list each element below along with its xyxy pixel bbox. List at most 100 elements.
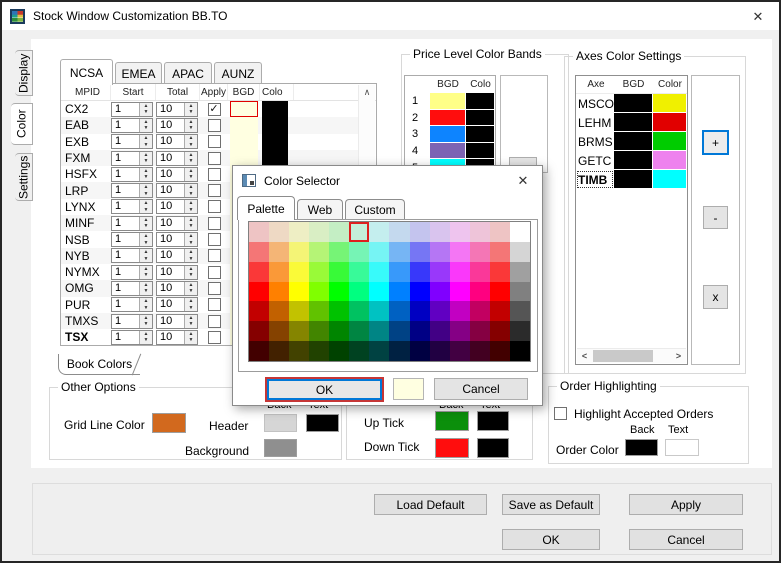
spinner-value[interactable]: 10: [157, 249, 184, 262]
apply-checkbox[interactable]: [208, 331, 221, 344]
spinner-value[interactable]: 10: [157, 135, 184, 148]
palette-color-cell[interactable]: [369, 242, 389, 262]
palette-color-cell[interactable]: [349, 242, 369, 262]
spinner-value[interactable]: 10: [157, 200, 184, 213]
palette-color-cell[interactable]: [410, 321, 430, 341]
spinner-value[interactable]: 1: [112, 152, 139, 165]
palette-color-cell[interactable]: [329, 222, 349, 242]
palette-color-cell[interactable]: [410, 301, 430, 321]
text-color-swatch[interactable]: [262, 117, 288, 133]
axes-bgd-swatch[interactable]: [614, 170, 653, 189]
palette-color-cell[interactable]: [510, 282, 530, 302]
spinner-value[interactable]: 10: [157, 119, 184, 132]
palette-color-cell[interactable]: [369, 282, 389, 302]
scrollbar-thumb[interactable]: [593, 350, 653, 362]
palette-color-cell[interactable]: [389, 242, 409, 262]
palette-color-cell[interactable]: [309, 301, 329, 321]
palette-color-cell[interactable]: [249, 222, 269, 242]
spin-down-icon[interactable]: ▼: [140, 256, 152, 263]
spin-down-icon[interactable]: ▼: [185, 174, 197, 181]
apply-checkbox[interactable]: [208, 217, 221, 230]
spin-down-icon[interactable]: ▼: [140, 272, 152, 279]
spinner-value[interactable]: 1: [112, 315, 139, 328]
palette-color-cell[interactable]: [349, 301, 369, 321]
palette-color-cell[interactable]: [430, 262, 450, 282]
sidebar-tab-settings[interactable]: Settings: [15, 153, 33, 201]
palette-color-cell[interactable]: [389, 282, 409, 302]
spin-down-icon[interactable]: ▼: [140, 158, 152, 165]
price-bgd-swatch[interactable]: [430, 143, 466, 160]
spin-down-icon[interactable]: ▼: [140, 125, 152, 132]
region-tab-apac[interactable]: APAC: [164, 62, 212, 84]
palette-color-cell[interactable]: [249, 242, 269, 262]
palette-color-cell[interactable]: [510, 341, 530, 361]
spin-down-icon[interactable]: ▼: [185, 109, 197, 116]
book-colors-tab[interactable]: Book Colors: [58, 354, 140, 375]
spin-down-icon[interactable]: ▼: [185, 125, 197, 132]
spin-down-icon[interactable]: ▼: [140, 223, 152, 230]
palette-color-cell[interactable]: [430, 321, 450, 341]
bgd-color-swatch[interactable]: [230, 117, 258, 133]
spin-down-icon[interactable]: ▼: [185, 256, 197, 263]
axes-name[interactable]: TIMB: [576, 170, 614, 189]
spinner-value[interactable]: 1: [112, 233, 139, 246]
apply-checkbox[interactable]: [208, 135, 221, 148]
header-back-swatch[interactable]: [264, 414, 297, 432]
order-text-swatch[interactable]: [665, 439, 699, 456]
palette-color-cell[interactable]: [269, 222, 289, 242]
palette-color-cell[interactable]: [470, 282, 490, 302]
spinner-value[interactable]: 10: [157, 233, 184, 246]
spinner-value[interactable]: 10: [157, 184, 184, 197]
spinner-value[interactable]: 1: [112, 266, 139, 279]
text-color-swatch[interactable]: [262, 150, 288, 166]
palette-color-cell[interactable]: [369, 262, 389, 282]
spin-down-icon[interactable]: ▼: [140, 321, 152, 328]
palette-color-cell[interactable]: [430, 301, 450, 321]
palette-color-cell[interactable]: [329, 282, 349, 302]
save-as-default-button[interactable]: Save as Default: [502, 494, 600, 515]
spin-down-icon[interactable]: ▼: [185, 305, 197, 312]
palette-color-cell[interactable]: [450, 282, 470, 302]
spinner-value[interactable]: 1: [112, 249, 139, 262]
palette-color-cell[interactable]: [510, 222, 530, 242]
up-tick-back-swatch[interactable]: [435, 411, 469, 431]
palette-color-cell[interactable]: [490, 301, 510, 321]
color-selector-cancel-button[interactable]: Cancel: [434, 378, 528, 400]
spin-down-icon[interactable]: ▼: [140, 109, 152, 116]
palette-color-cell[interactable]: [329, 242, 349, 262]
price-bgd-swatch[interactable]: [430, 126, 466, 143]
palette-color-cell[interactable]: [309, 282, 329, 302]
palette-color-cell[interactable]: [470, 222, 490, 242]
spinner-value[interactable]: 10: [157, 168, 184, 181]
axes-color-swatch[interactable]: [653, 113, 687, 132]
spinner-value[interactable]: 1: [112, 200, 139, 213]
palette-color-cell[interactable]: [470, 321, 490, 341]
palette-color-cell[interactable]: [249, 282, 269, 302]
palette-color-cell[interactable]: [309, 262, 329, 282]
spinner-value[interactable]: 1: [112, 282, 139, 295]
apply-checkbox[interactable]: [208, 152, 221, 165]
palette-color-cell[interactable]: [329, 301, 349, 321]
palette-color-cell[interactable]: [269, 341, 289, 361]
palette-color-cell[interactable]: [369, 321, 389, 341]
palette-color-cell[interactable]: [510, 242, 530, 262]
spinner-value[interactable]: 10: [157, 315, 184, 328]
palette-color-cell[interactable]: [249, 341, 269, 361]
palette-color-cell[interactable]: [410, 282, 430, 302]
spin-down-icon[interactable]: ▼: [185, 142, 197, 149]
spinner-value[interactable]: 10: [157, 103, 184, 116]
scroll-right-icon[interactable]: >: [671, 349, 686, 363]
palette-color-cell[interactable]: [269, 262, 289, 282]
palette-color-cell[interactable]: [389, 341, 409, 361]
palette-color-cell[interactable]: [289, 321, 309, 341]
spin-down-icon[interactable]: ▼: [185, 240, 197, 247]
window-close-icon[interactable]: ✕: [749, 8, 767, 26]
spin-down-icon[interactable]: ▼: [140, 191, 152, 198]
spinner-value[interactable]: 1: [112, 217, 139, 230]
palette-color-cell[interactable]: [510, 321, 530, 341]
palette-color-cell[interactable]: [329, 262, 349, 282]
axes-color-swatch[interactable]: [653, 151, 687, 170]
sidebar-tab-display[interactable]: Display: [15, 50, 33, 96]
region-tab-ncsa[interactable]: NCSA: [60, 59, 113, 85]
spin-down-icon[interactable]: ▼: [185, 223, 197, 230]
